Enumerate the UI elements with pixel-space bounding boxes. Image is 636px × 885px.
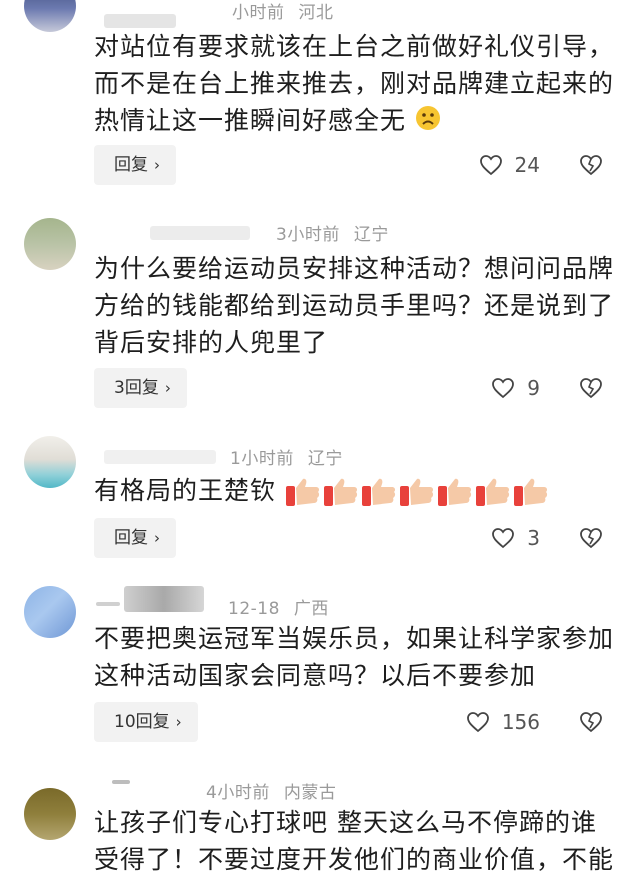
like-button[interactable]: 24 bbox=[479, 145, 540, 185]
chevron-right-icon: › bbox=[154, 529, 160, 547]
comment-text: 有格局的王楚钦 bbox=[94, 472, 614, 509]
comment-meta: 12-18 广西 bbox=[228, 594, 329, 619]
avatar[interactable] bbox=[24, 436, 76, 488]
thumbs-up-emoji bbox=[361, 478, 396, 506]
sad-face-emoji bbox=[415, 104, 441, 141]
thumbs-up-emoji-row bbox=[285, 476, 549, 508]
like-count: 9 bbox=[527, 376, 540, 400]
like-button[interactable]: 3 bbox=[491, 518, 540, 558]
username-blurred[interactable] bbox=[124, 586, 204, 612]
reply-button[interactable]: 3回复 › bbox=[94, 368, 187, 408]
heart-outline-icon bbox=[466, 712, 489, 733]
thumbs-up-emoji bbox=[513, 478, 548, 506]
comment-meta: 4小时前 内蒙古 bbox=[206, 778, 336, 803]
reply-button[interactable]: 10回复 › bbox=[94, 702, 198, 742]
avatar[interactable] bbox=[24, 0, 76, 32]
avatar[interactable] bbox=[24, 218, 76, 270]
broken-heart-icon bbox=[580, 155, 602, 176]
comment-location: 辽宁 bbox=[307, 449, 343, 469]
like-count: 156 bbox=[501, 710, 540, 734]
chevron-right-icon: › bbox=[164, 379, 171, 397]
heart-outline-icon bbox=[479, 155, 502, 176]
username-blurred-prefix bbox=[96, 602, 120, 606]
avatar[interactable] bbox=[24, 586, 76, 638]
thumbs-up-emoji bbox=[399, 478, 434, 506]
comment-text: 让孩子们专心打球吧 整天这么马不停蹄的谁受得了！不要过度开发他们的商业价值，不能 bbox=[94, 808, 615, 874]
avatar[interactable] bbox=[24, 788, 76, 840]
heart-outline-icon bbox=[492, 528, 515, 549]
dislike-button[interactable] bbox=[579, 518, 603, 558]
thumbs-up-emoji bbox=[475, 478, 510, 506]
like-count: 24 bbox=[514, 153, 540, 177]
like-count: 3 bbox=[527, 526, 540, 550]
dislike-button[interactable] bbox=[579, 702, 603, 742]
chevron-right-icon: › bbox=[175, 713, 182, 731]
comment-time: 小时前 bbox=[232, 3, 285, 23]
thumbs-up-emoji bbox=[323, 478, 358, 506]
broken-heart-icon bbox=[580, 378, 602, 399]
comment-location: 河北 bbox=[298, 3, 334, 23]
reply-button[interactable]: 回复 › bbox=[94, 518, 176, 558]
username-blurred[interactable] bbox=[112, 780, 130, 784]
username-blurred[interactable] bbox=[104, 450, 216, 464]
comment-location: 内蒙古 bbox=[283, 783, 337, 803]
dislike-button[interactable] bbox=[579, 145, 603, 185]
broken-heart-icon bbox=[580, 528, 602, 549]
comment-meta: 小时前 河北 bbox=[232, 0, 334, 23]
like-button[interactable]: 156 bbox=[466, 702, 540, 742]
thumbs-up-emoji bbox=[437, 478, 472, 506]
comment-location: 辽宁 bbox=[353, 225, 389, 245]
like-button[interactable]: 9 bbox=[491, 368, 540, 408]
dislike-button[interactable] bbox=[579, 368, 603, 408]
comment-time: 4小时前 bbox=[206, 783, 270, 803]
comment-text: 为什么要给运动员安排这种活动？想问问品牌方给的钱能都给到运动员手里吗？还是说到了… bbox=[94, 254, 615, 357]
comment-text: 对站位有要求就该在上台之前做好礼仪引导，而不是在台上推来推去，刚对品牌建立起来的… bbox=[94, 28, 614, 141]
comment-meta: 1小时前 辽宁 bbox=[230, 444, 343, 469]
comment-location: 广西 bbox=[293, 599, 329, 619]
comment-text: 不要把奥运冠军当娱乐员，如果让科学家参加这种活动国家会同意吗？以后不要参加 bbox=[94, 624, 615, 690]
heart-outline-icon bbox=[492, 378, 515, 399]
chevron-right-icon: › bbox=[154, 156, 160, 174]
comment-time: 12-18 bbox=[228, 599, 280, 619]
username-blurred[interactable] bbox=[150, 226, 250, 240]
username-blurred[interactable] bbox=[104, 14, 176, 28]
thumbs-up-emoji bbox=[285, 478, 320, 506]
broken-heart-icon bbox=[580, 712, 602, 733]
reply-button[interactable]: 回复 › bbox=[94, 145, 176, 185]
comment-time: 3小时前 bbox=[276, 225, 340, 245]
comment-time: 1小时前 bbox=[230, 449, 294, 469]
comment-meta: 3小时前 辽宁 bbox=[276, 220, 389, 245]
